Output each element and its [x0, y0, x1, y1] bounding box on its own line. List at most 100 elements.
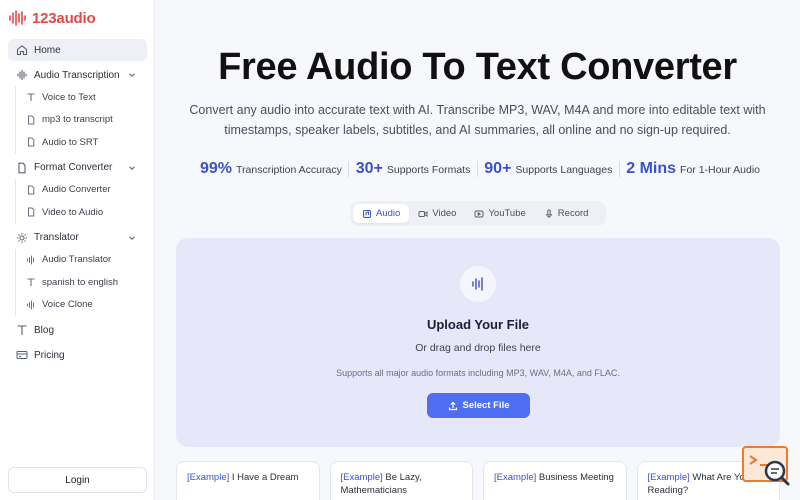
chevron-down-icon[interactable]	[127, 70, 137, 80]
divider	[348, 161, 350, 177]
source-tabs: Audio Video YouTube Record	[350, 201, 606, 226]
page-subtitle: Convert any audio into accurate text wit…	[189, 103, 766, 137]
page-title: Free Audio To Text Converter	[218, 46, 737, 88]
music-icon	[363, 209, 371, 218]
example-card[interactable]: [Example] Business Meeting	[483, 461, 627, 500]
tab-label: Audio	[376, 208, 401, 219]
stat-value: 2 Mins	[626, 160, 677, 177]
file-icon	[25, 207, 36, 218]
sidebar-item-label: spanish to english	[42, 276, 119, 288]
waveform-icon	[15, 69, 28, 82]
sidebar-item-audio-converter[interactable]: Audio Converter	[25, 179, 155, 202]
pricing-icon	[15, 349, 28, 362]
tab-video[interactable]: Video	[409, 204, 465, 223]
example-title: I Have a Dream	[229, 472, 299, 483]
sidebar-item-voice-to-text[interactable]: Voice to Text	[25, 86, 155, 109]
tab-audio[interactable]: Audio	[353, 204, 410, 223]
waveform-icon	[25, 254, 36, 265]
tab-youtube[interactable]: YouTube	[465, 204, 534, 223]
sidebar: 123audio Home Audio Transcription Voice …	[0, 0, 155, 500]
stat-languages: 90+ Supports Languages	[484, 160, 612, 178]
chevron-down-icon[interactable]	[127, 163, 137, 173]
waveform-icon	[25, 299, 36, 310]
example-title: Business Meeting	[536, 472, 614, 483]
sidebar-item-label: Blog	[34, 324, 55, 336]
text-t-icon	[25, 92, 36, 103]
upload-title: Upload Your File	[426, 317, 530, 332]
sidebar-nav: Home Audio Transcription Voice to Text m…	[0, 39, 155, 366]
stat-label: Supports Formats	[386, 164, 471, 176]
upload-hint: Supports all major audio formats includi…	[336, 368, 620, 378]
sidebar-item-label: Format Converter	[34, 162, 113, 173]
stat-formats: 30+ Supports Formats	[356, 160, 471, 178]
sidebar-item-label: Video to Audio	[42, 206, 104, 218]
sidebar-item-blog[interactable]: Blog	[8, 319, 147, 341]
stat-value: 90+	[484, 160, 512, 177]
file-icon	[25, 137, 36, 148]
divider	[618, 161, 620, 177]
sidebar-item-translator[interactable]: Translator	[8, 227, 147, 249]
tab-label: Video	[432, 208, 457, 219]
file-icon	[25, 114, 36, 125]
example-tag: [Example]	[187, 472, 230, 483]
waveform-icon	[460, 266, 496, 302]
sidebar-item-audio-translator[interactable]: Audio Translator	[25, 249, 155, 272]
sidebar-item-home[interactable]: Home	[8, 39, 147, 61]
button-label: Select File	[462, 400, 510, 411]
sidebar-item-label: Audio to SRT	[42, 136, 99, 148]
examples-list: [Example] I Have a Dream [Example] Be La…	[176, 461, 780, 500]
tab-label: YouTube	[488, 208, 526, 219]
home-icon	[15, 44, 28, 57]
stat-speed: 2 Mins For 1-Hour Audio	[626, 160, 760, 178]
sidebar-item-video-to-audio[interactable]: Video to Audio	[25, 201, 155, 224]
sidebar-item-audio-to-srt[interactable]: Audio to SRT	[25, 131, 155, 154]
example-card[interactable]: [Example] Be Lazy, Mathematicians	[329, 461, 473, 500]
example-card[interactable]: [Example] I Have a Dream	[176, 461, 320, 500]
sidebar-item-label: Home	[34, 44, 61, 56]
submenu-audio-transcription: Voice to Text mp3 to transcript Audio to…	[15, 86, 155, 154]
upload-dropzone[interactable]: Upload Your File Or drag and drop files …	[176, 238, 780, 447]
sun-icon	[15, 231, 28, 244]
select-file-button[interactable]: Select File	[427, 393, 530, 418]
divider	[476, 161, 478, 177]
file-icon	[25, 184, 36, 195]
text-t-icon	[15, 324, 28, 337]
sidebar-item-label: Translator	[34, 232, 79, 243]
tab-record[interactable]: Record	[535, 204, 598, 223]
stats-bar: 99% Transcription Accuracy 30+ Supports …	[200, 160, 760, 178]
help-widget-icon[interactable]	[742, 446, 792, 490]
brand-logo[interactable]: 123audio	[8, 6, 96, 30]
logo-waveform-icon	[8, 8, 28, 28]
sidebar-item-label: Voice to Text	[42, 91, 96, 103]
text-t-icon	[25, 277, 36, 288]
sidebar-item-pricing[interactable]: Pricing	[8, 344, 147, 366]
submenu-format-converter: Audio Converter Video to Audio	[15, 178, 155, 224]
sidebar-item-label: Voice Clone	[42, 299, 93, 311]
file-icon	[15, 161, 28, 174]
example-tag: [Example]	[647, 472, 690, 483]
login-button[interactable]: Login	[8, 467, 147, 493]
sidebar-item-voice-clone[interactable]: Voice Clone	[25, 294, 155, 317]
submenu-translator: Audio Translator spanish to english Voic…	[15, 248, 155, 317]
sidebar-item-format-converter[interactable]: Format Converter	[8, 157, 147, 179]
example-tag: [Example]	[494, 472, 537, 483]
stat-label: Transcription Accuracy	[236, 164, 342, 176]
youtube-icon	[474, 210, 484, 217]
brand-name: 123audio	[32, 9, 96, 27]
upload-subtitle: Or drag and drop files here	[415, 342, 541, 354]
stat-label: Supports Languages	[515, 164, 613, 176]
sidebar-item-label: Audio Transcription	[34, 69, 120, 81]
tab-label: Record	[557, 208, 589, 219]
sidebar-item-audio-transcription[interactable]: Audio Transcription	[8, 64, 147, 86]
chevron-down-icon[interactable]	[127, 233, 137, 243]
mic-icon	[545, 209, 552, 218]
stat-value: 30+	[355, 160, 383, 177]
sidebar-item-spanish-to-english[interactable]: spanish to english	[25, 271, 155, 294]
stat-value: 99%	[200, 160, 233, 177]
upload-icon	[448, 401, 457, 410]
stat-label: For 1-Hour Audio	[680, 164, 760, 176]
sidebar-item-mp3-to-transcript[interactable]: mp3 to transcript	[25, 109, 155, 132]
sidebar-item-label: Pricing	[34, 349, 65, 361]
example-tag: [Example]	[340, 472, 383, 483]
sidebar-item-label: mp3 to transcript	[42, 114, 113, 126]
